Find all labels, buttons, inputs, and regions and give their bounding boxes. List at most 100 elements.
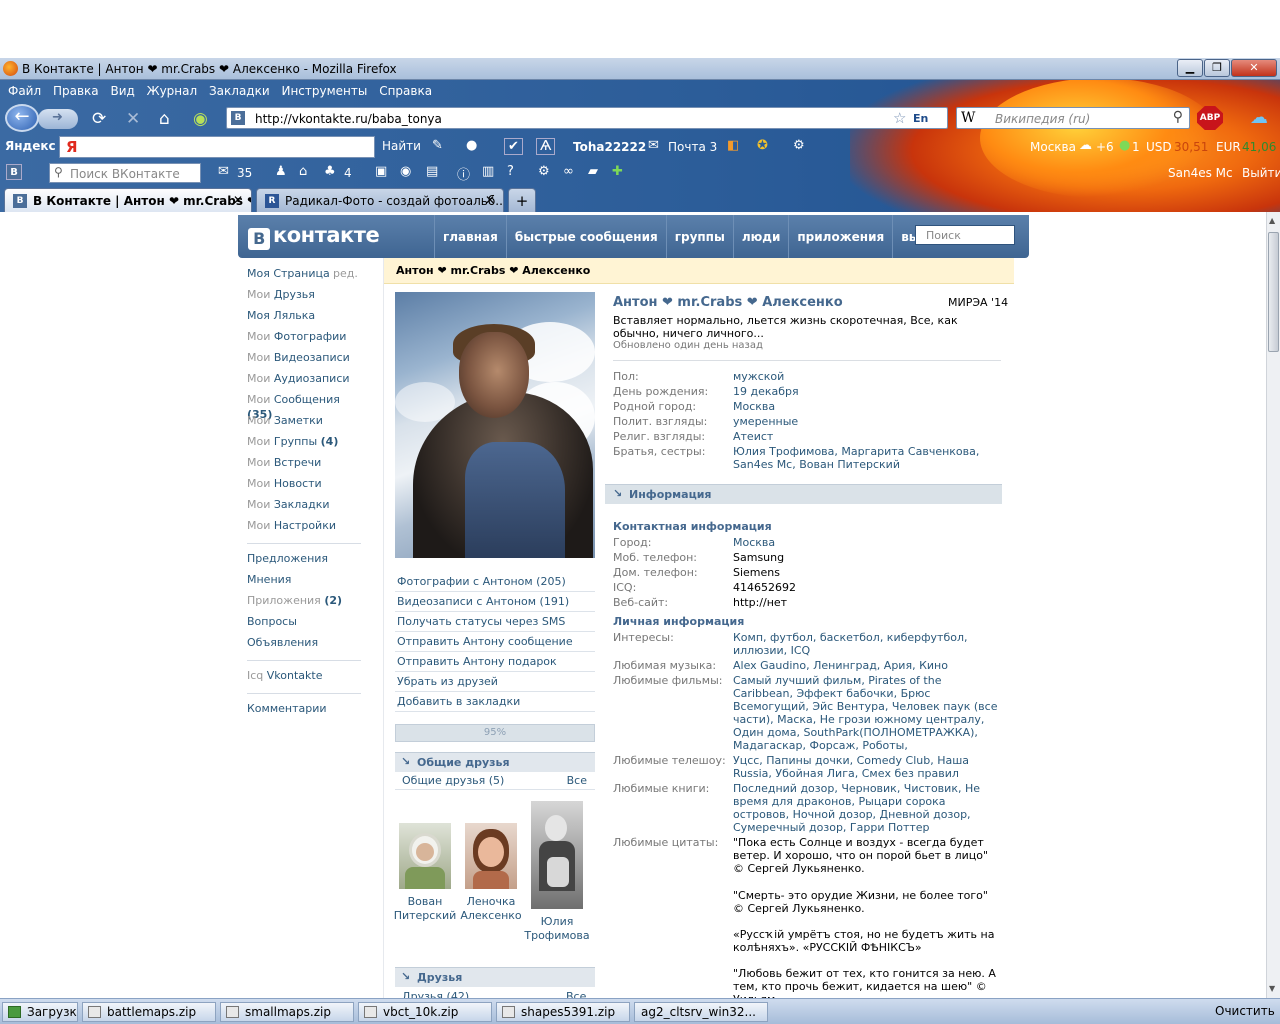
- gender-link[interactable]: мужской: [733, 370, 1001, 383]
- bookmarks-icon[interactable]: ◧: [727, 138, 739, 153]
- menu-friends[interactable]: Мои Друзья: [247, 287, 361, 308]
- sms-status-link[interactable]: Получать статусы через SMS: [395, 612, 595, 632]
- adblock-button[interactable]: ABP: [1197, 106, 1223, 130]
- friends-header[interactable]: Друзья: [395, 967, 595, 987]
- menu-opinions[interactable]: Мнения: [247, 572, 361, 593]
- photos-with-link[interactable]: Фотографии с Антоном (205): [395, 572, 595, 592]
- politics-link[interactable]: умеренные: [733, 415, 1001, 428]
- note-icon[interactable]: ▤: [426, 164, 438, 179]
- edit-link[interactable]: ред.: [333, 266, 358, 281]
- menu-doll[interactable]: Моя Лялька: [247, 308, 361, 329]
- plus-icon[interactable]: ✚: [612, 164, 623, 179]
- menu-comments[interactable]: Комментарии: [247, 701, 361, 722]
- yandex-search-input[interactable]: Я: [59, 136, 375, 158]
- tab-radikal[interactable]: R Радикал-Фото - создай фотоальб... ✕: [256, 188, 504, 212]
- menu-groups[interactable]: Мои Группы (4): [247, 434, 361, 455]
- add-bookmark-link[interactable]: Добавить в закладки: [395, 692, 595, 712]
- stop-icon[interactable]: ✕: [126, 109, 140, 129]
- skype-icon[interactable]: ☁: [1250, 107, 1268, 128]
- menu-offers[interactable]: Предложения: [247, 551, 361, 572]
- mail-icon[interactable]: ✉: [218, 164, 229, 179]
- menu-view[interactable]: Вид: [110, 84, 134, 98]
- city-link[interactable]: Москва: [733, 536, 1001, 549]
- traffic-level[interactable]: 1: [1132, 140, 1140, 154]
- friends-count[interactable]: Друзья (42): [402, 990, 469, 998]
- download-item[interactable]: battlemaps.zip: [82, 1002, 216, 1022]
- friend-avatar[interactable]: [465, 823, 517, 889]
- menu-apps[interactable]: Приложения (2): [247, 593, 361, 614]
- common-friends-header[interactable]: Общие друзья: [395, 752, 595, 772]
- addon-icon[interactable]: ◉: [193, 109, 208, 129]
- scroll-down-icon[interactable]: ▼: [1269, 984, 1275, 993]
- menu-bookmarks[interactable]: Закладки: [209, 84, 270, 98]
- window-icon[interactable]: ▣: [375, 164, 387, 179]
- scrollbar-thumb[interactable]: [1268, 232, 1279, 352]
- house-icon[interactable]: ⌂: [299, 164, 307, 179]
- vk-header-search[interactable]: Поиск: [915, 225, 1015, 245]
- menu-icq[interactable]: Icq Vkontakte: [247, 668, 361, 689]
- menu-tools[interactable]: Инструменты: [281, 84, 367, 98]
- settings-icon[interactable]: ⚙: [793, 138, 805, 153]
- usd-rate[interactable]: 30,51: [1174, 140, 1208, 154]
- videos-with-link[interactable]: Видеозаписи с Антоном (191): [395, 592, 595, 612]
- downloads-button[interactable]: Загрузки: [2, 1002, 78, 1022]
- weather-city[interactable]: Москва: [1030, 140, 1076, 154]
- music-links[interactable]: Alex Gaudino, Ленинград, Ария, Кино: [733, 659, 1001, 672]
- download-item[interactable]: shapes5391.zip: [496, 1002, 630, 1022]
- menu-videos[interactable]: Мои Видеозаписи: [247, 350, 361, 371]
- menu-events[interactable]: Мои Встречи: [247, 455, 361, 476]
- nav-apps[interactable]: приложения: [788, 215, 892, 258]
- search-box[interactable]: W Википедия (ru) ⚲: [956, 107, 1190, 129]
- vk-logo[interactable]: Вконтакте: [248, 223, 380, 250]
- nav-home[interactable]: главная: [434, 215, 506, 258]
- language-indicator[interactable]: En: [913, 112, 928, 125]
- yandex-mail[interactable]: Почта 3: [668, 140, 717, 154]
- address-bar[interactable]: В http://vkontakte.ru/baba_tonya ☆ En: [226, 107, 948, 129]
- yandex-user[interactable]: Toha22222: [573, 140, 646, 154]
- tvshows-links[interactable]: Уцсс, Папины дочки, Comedy Club, Наша Ru…: [733, 754, 1001, 780]
- clear-downloads-button[interactable]: Очистить: [1215, 1002, 1275, 1022]
- friend-avatar[interactable]: [531, 801, 583, 909]
- hometown-link[interactable]: Москва: [733, 400, 1001, 413]
- bookmark-star-icon[interactable]: ☆: [893, 109, 906, 127]
- translate-icon[interactable]: Ѧ: [536, 138, 556, 155]
- vertical-scrollbar[interactable]: ▲ ▼: [1266, 212, 1280, 998]
- friend-card[interactable]: Вован Питерский: [392, 823, 458, 923]
- close-window-button[interactable]: ✕: [1231, 59, 1277, 77]
- help-icon[interactable]: ?: [507, 164, 514, 179]
- pen-icon[interactable]: ✎: [432, 138, 443, 153]
- send-gift-link[interactable]: Отправить Антону подарок: [395, 652, 595, 672]
- information-section-header[interactable]: Информация: [605, 484, 1002, 504]
- menu-photos[interactable]: Мои Фотографии: [247, 329, 361, 350]
- close-tab-icon[interactable]: ✕: [233, 193, 243, 207]
- chat-icon[interactable]: ●: [466, 138, 477, 153]
- remove-friend-link[interactable]: Убрать из друзей: [395, 672, 595, 692]
- siblings-links[interactable]: Юлия Трофимова, Маргарита Савченкова, Sa…: [733, 445, 1001, 471]
- friend-card[interactable]: Юлия Трофимова: [524, 801, 590, 943]
- user-icon[interactable]: ♟: [275, 164, 287, 179]
- download-item[interactable]: vbct_10k.zip: [358, 1002, 492, 1022]
- movies-links[interactable]: Самый лучший фильм, Pirates of the Carib…: [733, 674, 1001, 752]
- folder-icon[interactable]: ▰: [588, 164, 598, 179]
- info-icon[interactable]: ⓘ: [457, 164, 470, 183]
- send-message-link[interactable]: Отправить Антону сообщение: [395, 632, 595, 652]
- search-icon[interactable]: ⚲: [1173, 109, 1183, 125]
- menu-my-page[interactable]: Моя Страница ред.: [247, 266, 361, 287]
- menu-settings[interactable]: Мои Настройки: [247, 518, 361, 539]
- menu-history[interactable]: Журнал: [147, 84, 198, 98]
- friend-card[interactable]: Леночка Алексенко: [458, 823, 524, 923]
- vk-groups-count[interactable]: 4: [344, 166, 352, 180]
- download-item[interactable]: ag2_cltsrv_win32...: [634, 1002, 768, 1022]
- close-tab-icon[interactable]: ✕: [485, 193, 495, 207]
- tab-vkontakte[interactable]: В В Контакте | Антон ❤ mr.Crabs ❤... ✕: [4, 188, 252, 212]
- religion-link[interactable]: Атеист: [733, 430, 1001, 443]
- profile-photo[interactable]: [395, 292, 595, 558]
- common-friends-count[interactable]: Общие друзья (5): [402, 774, 504, 787]
- back-button[interactable]: ←: [5, 104, 39, 132]
- nav-quick-messages[interactable]: быстрые сообщения: [505, 215, 666, 258]
- menu-news[interactable]: Мои Новости: [247, 476, 361, 497]
- mail-icon[interactable]: ✉: [648, 138, 659, 153]
- menu-audio[interactable]: Мои Аудиозаписи: [247, 371, 361, 392]
- profile-university[interactable]: МИРЭА '14: [948, 296, 1008, 309]
- menu-notes[interactable]: Мои Заметки: [247, 413, 361, 434]
